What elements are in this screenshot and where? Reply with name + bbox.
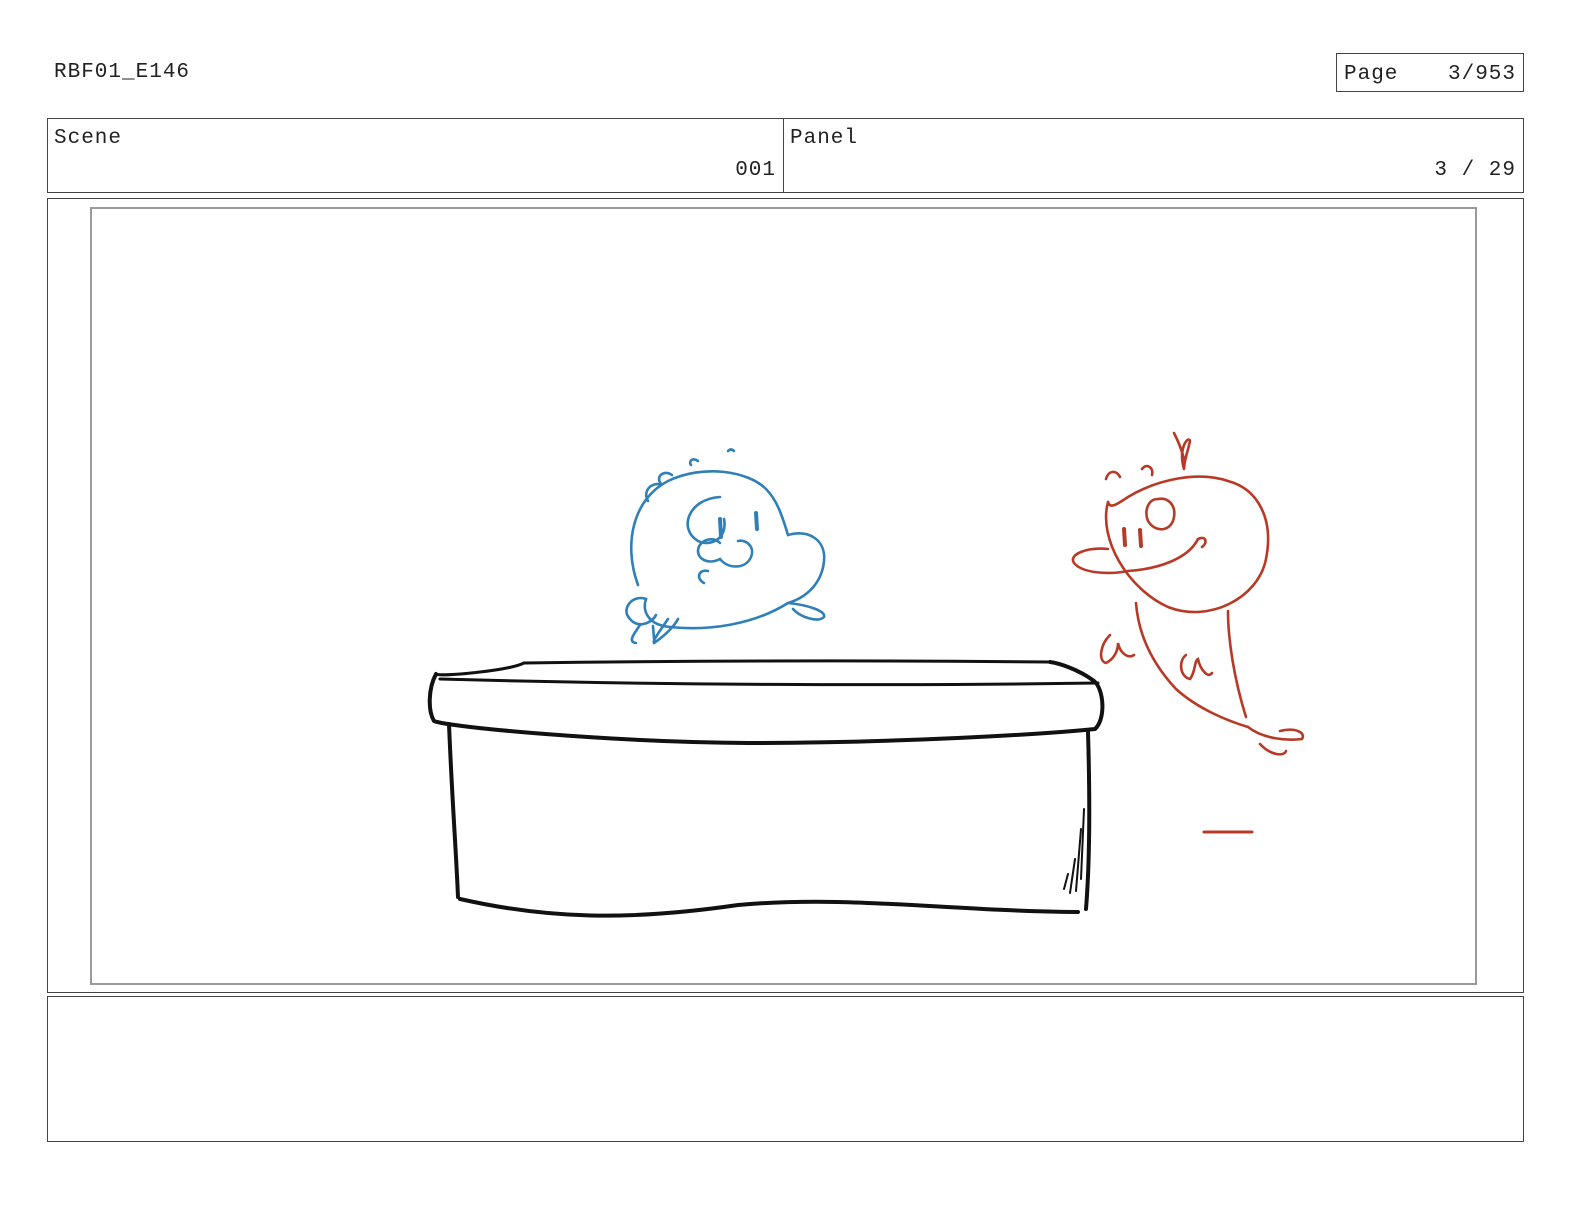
page-number: 3/953 [1447,63,1516,86]
page-label: Page [1344,63,1399,86]
blue-character-sketch [625,448,826,645]
scene-panel-header: Scene 001 Panel 3 / 29 [47,118,1524,193]
production-code: RBF01_E146 [54,61,191,84]
red-character-sketch [1071,431,1305,834]
panel-cell: Panel 3 / 29 [784,119,1523,192]
panel-label: Panel [790,127,859,150]
action-notes-box[interactable] [47,996,1524,1142]
storyboard-drawing [427,431,1305,918]
scene-label: Scene [54,127,123,150]
panel-number: 3 / 29 [1434,159,1516,182]
scene-cell: Scene 001 [48,119,784,192]
storyboard-panel-frame [47,198,1524,993]
scene-number: 001 [735,159,776,182]
table-box-drawing [427,659,1105,918]
page-indicator: Page 3/953 [1336,53,1524,92]
